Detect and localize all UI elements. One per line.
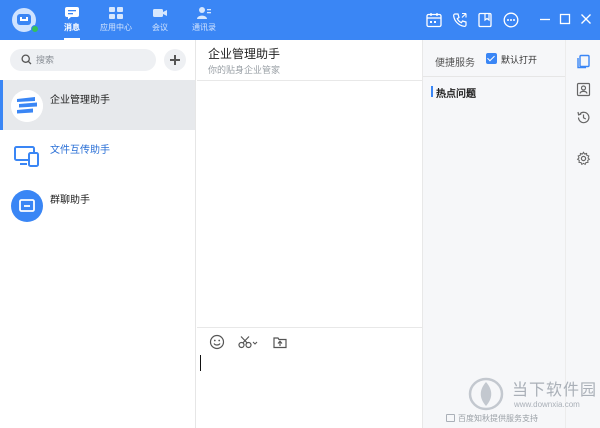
chat-header: 企业管理助手 你的贴身企业管家 (197, 40, 422, 81)
default-open-checkbox[interactable] (486, 53, 497, 64)
calendar-icon[interactable] (425, 11, 443, 29)
section-accent-bar (431, 86, 433, 97)
nav-label: 应用中心 (100, 23, 132, 32)
contact-card-icon[interactable] (576, 82, 591, 97)
nav-label: 消息 (64, 23, 80, 32)
nav-tab-meeting[interactable]: 会议 (138, 0, 182, 40)
close-icon[interactable] (579, 12, 593, 26)
default-open-label[interactable]: 默认打开 (501, 53, 537, 66)
right-side-rail (565, 40, 600, 428)
upload-file-icon[interactable] (272, 334, 288, 350)
maximize-icon[interactable] (558, 12, 572, 26)
watermark-brand: 当下软件园 (512, 382, 598, 399)
support-icon (446, 414, 455, 422)
search-icon (21, 54, 32, 68)
conversation-list-panel: 企业管理助手 文件互传助手 群聊助手 (0, 40, 196, 428)
divider (423, 76, 566, 77)
conversation-title: 企业管理助手 (50, 95, 110, 106)
watermark-url: www.downxia.com (514, 400, 580, 409)
nav-label: 通讯录 (192, 23, 216, 32)
message-area (197, 81, 422, 327)
watermark-logo-icon (466, 376, 506, 412)
nav-tab-app-center[interactable]: 应用中心 (94, 0, 138, 40)
conversation-title: 群聊助手 (50, 195, 90, 206)
enterprise-assistant-icon (11, 90, 43, 122)
search-box[interactable] (10, 49, 156, 71)
file-transfer-icon (11, 140, 43, 172)
text-caret (200, 355, 201, 371)
quick-service-panel: 便捷服务 默认打开 热点问题 (422, 40, 566, 428)
settings-icon[interactable] (576, 151, 591, 166)
phone-icon[interactable] (451, 11, 469, 29)
more-icon[interactable] (502, 11, 520, 29)
minimize-icon[interactable] (538, 12, 552, 26)
message-icon (64, 6, 80, 20)
search-input[interactable] (36, 52, 146, 68)
nav-tab-contacts[interactable]: 通讯录 (182, 0, 226, 40)
conversation-item-enterprise-assistant[interactable]: 企业管理助手 (0, 80, 195, 130)
chat-subtitle: 你的贴身企业管家 (208, 65, 281, 75)
chat-title: 企业管理助手 (208, 47, 281, 61)
contacts-icon (196, 6, 212, 20)
service-support-text: 百度知秋提供服务支持 (458, 414, 538, 423)
conversation-title: 文件互传助手 (50, 145, 110, 156)
online-status-dot (31, 25, 39, 33)
conversation-item-file-transfer[interactable]: 文件互传助手 (0, 130, 195, 180)
bookmark-icon[interactable] (476, 11, 494, 29)
top-bar: 消息 应用中心 会议 通讯录 (0, 0, 600, 40)
service-support-note: 百度知秋提供服务支持 (446, 413, 538, 424)
nav-tab-messages[interactable]: 消息 (50, 0, 94, 40)
nav-label: 会议 (152, 23, 168, 32)
apps-grid-icon (108, 6, 124, 20)
history-icon[interactable] (576, 110, 591, 125)
group-chat-icon (11, 190, 43, 222)
documents-icon[interactable] (576, 54, 591, 69)
quick-service-title: 便捷服务 (435, 58, 475, 69)
screenshot-scissors-icon[interactable] (237, 334, 261, 350)
add-button[interactable] (164, 49, 186, 71)
hot-issues-title: 热点问题 (436, 89, 476, 100)
video-camera-icon (152, 6, 168, 20)
message-input-area[interactable] (197, 327, 422, 428)
conversation-item-group-chat[interactable]: 群聊助手 (0, 180, 195, 230)
emoji-icon[interactable] (209, 334, 225, 350)
